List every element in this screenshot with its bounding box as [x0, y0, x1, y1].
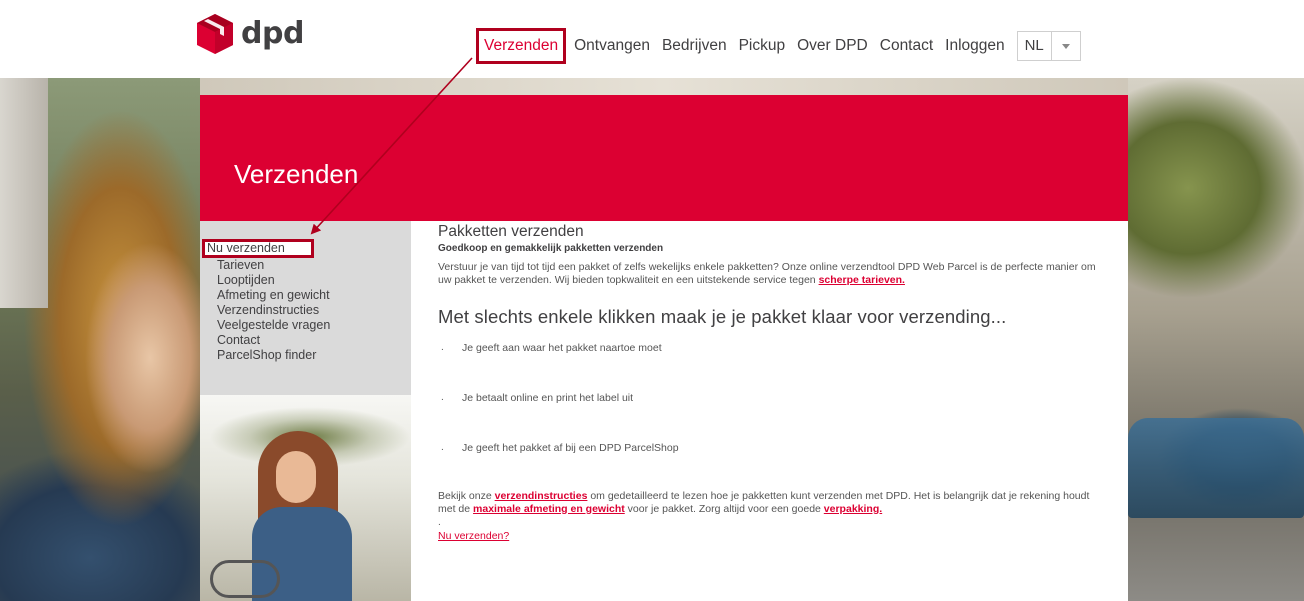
- nav-bedrijven[interactable]: Bedrijven: [656, 28, 733, 64]
- background-car: [1128, 418, 1304, 518]
- list-item: . Je geeft het pakket af bij een DPD Par…: [438, 441, 1098, 455]
- logo-wordmark: dpd: [241, 16, 304, 51]
- bicycle-shape: [210, 560, 280, 598]
- sidebar-item-afmeting-en-gewicht[interactable]: Afmeting en gewicht: [217, 288, 330, 303]
- bullet: .: [441, 392, 444, 403]
- language-value: NL: [1018, 32, 1052, 60]
- nav-contact[interactable]: Contact: [874, 28, 939, 64]
- background-top-strip: [200, 78, 1128, 95]
- sidebar-item-tarieven[interactable]: Tarieven: [217, 258, 330, 273]
- page-banner: Verzenden: [200, 95, 1128, 221]
- instructions-paragraph: Bekijk onze verzendinstructies om gedeta…: [438, 490, 1090, 515]
- dpd-logo[interactable]: dpd: [197, 14, 304, 54]
- sidebar-item-verzendinstructies[interactable]: Verzendinstructies: [217, 303, 330, 318]
- bullet: .: [441, 442, 444, 453]
- nav-inloggen[interactable]: Inloggen: [939, 28, 1010, 64]
- content-heading: Pakketten verzenden: [438, 223, 584, 240]
- nav-pickup[interactable]: Pickup: [733, 28, 792, 64]
- sidebar-item-veelgestelde-vragen[interactable]: Veelgestelde vragen: [217, 318, 330, 333]
- nav-ontvangen[interactable]: Ontvangen: [568, 28, 656, 64]
- site-header: dpd Verzenden Ontvangen Bedrijven Pickup…: [0, 0, 1304, 78]
- nu-verzenden-link[interactable]: Nu verzenden?: [438, 530, 509, 542]
- sidebar-photo: [200, 395, 411, 601]
- sidebar-item-looptijden[interactable]: Looptijden: [217, 273, 330, 288]
- intro-text: Verstuur je van tijd tot tijd een pakket…: [438, 261, 1096, 286]
- sidebar-item-nu-verzenden[interactable]: Nu verzenden: [202, 239, 314, 258]
- step-text: Je geeft aan waar het pakket naartoe moe…: [462, 342, 662, 354]
- content-subheading: Goedkoop en gemakkelijk pakketten verzen…: [438, 243, 664, 254]
- list-item: . Je geeft aan waar het pakket naartoe m…: [438, 341, 1098, 355]
- separator-dot: .: [438, 517, 441, 528]
- sidebar-list: Nu verzenden Tarieven Looptijden Afmetin…: [202, 239, 330, 363]
- list-item: . Je betaalt online en print het label u…: [438, 391, 1098, 405]
- page-title: Verzenden: [234, 159, 359, 189]
- verpakking-link[interactable]: verpakking.: [824, 503, 882, 515]
- dpd-cube-icon: [197, 14, 233, 54]
- maximale-afmeting-link[interactable]: maximale afmeting en gewicht: [473, 503, 625, 515]
- intro-paragraph: Verstuur je van tijd tot tijd een pakket…: [438, 261, 1098, 287]
- main-content: Pakketten verzenden Goedkoop en gemakkel…: [411, 221, 1128, 601]
- sidebar-menu: Nu verzenden Tarieven Looptijden Afmetin…: [200, 221, 411, 395]
- scherpe-tarieven-link[interactable]: scherpe tarieven.: [819, 274, 905, 286]
- nav-verzenden[interactable]: Verzenden: [476, 28, 567, 64]
- steps-list: . Je geeft aan waar het pakket naartoe m…: [438, 341, 1098, 455]
- language-select[interactable]: NL: [1016, 31, 1081, 61]
- background-building: [0, 78, 48, 308]
- sidebar-item-parcelshop-finder[interactable]: ParcelShop finder: [217, 348, 330, 363]
- nav-over-dpd[interactable]: Over DPD: [791, 28, 874, 64]
- background-street-photo: [1128, 78, 1304, 601]
- step-text: Je geeft het pakket af bij een DPD Parce…: [462, 442, 679, 454]
- main-navigation: Verzenden Ontvangen Bedrijven Pickup Ove…: [476, 28, 1081, 64]
- sidebar-item-contact[interactable]: Contact: [217, 333, 330, 348]
- step-text: Je betaalt online en print het label uit: [462, 392, 634, 404]
- bullet: .: [441, 342, 444, 353]
- verzendinstructies-link[interactable]: verzendinstructies: [495, 490, 588, 502]
- steps-heading: Met slechts enkele klikken maak je je pa…: [438, 306, 1007, 327]
- chevron-down-icon: [1052, 43, 1080, 49]
